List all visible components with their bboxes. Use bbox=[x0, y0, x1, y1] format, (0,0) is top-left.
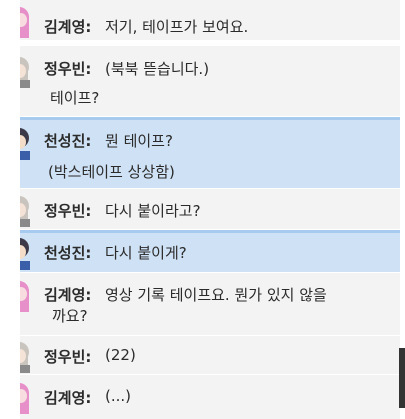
pink-hair-avatar-icon bbox=[20, 278, 36, 312]
message-text: 다시 붙이게? bbox=[105, 244, 187, 262]
message-text: (북북 뜯습니다.) bbox=[105, 60, 210, 78]
gray-hair-avatar-icon bbox=[20, 54, 36, 88]
message-text-continued: 까요? bbox=[52, 307, 88, 325]
chat-message-highlighted: 천성진: 다시 붙이게? bbox=[20, 230, 400, 272]
message-text: (22) bbox=[105, 346, 136, 364]
pink-hair-avatar-icon bbox=[20, 380, 36, 414]
speaker-name: 정우빈: bbox=[44, 348, 92, 366]
speaker-name: 김계영: bbox=[44, 389, 92, 407]
chat-message: 정우빈: (22) bbox=[20, 336, 400, 374]
speaker-name: 천성진: bbox=[44, 132, 92, 150]
message-text: (...) bbox=[105, 387, 132, 405]
gray-hair-avatar-icon bbox=[20, 339, 36, 373]
chat-message: 김계영: 영상 기록 테이프요. 뭔가 있지 않을 까요? bbox=[20, 273, 400, 335]
speaker-name: 정우빈: bbox=[44, 202, 92, 220]
speaker-name: 정우빈: bbox=[44, 60, 92, 78]
speaker-name: 천성진: bbox=[44, 244, 92, 262]
message-text: 영상 기록 테이프요. 뭔가 있지 않을 bbox=[105, 286, 327, 304]
chat-log: 김계영: 저기, 테이프가 보여요. 정우빈: (북북 뜯습니다.) 테이프? … bbox=[20, 0, 400, 419]
scrollbar-thumb[interactable] bbox=[399, 348, 405, 408]
message-text-continued: 테이프? bbox=[50, 89, 100, 107]
chat-message: 김계영: (...) bbox=[20, 375, 400, 419]
chat-message-highlighted: 천성진: 뭔 테이프? (박스테이프 상상함) bbox=[20, 117, 400, 188]
message-text: 뭔 테이프? bbox=[105, 132, 173, 150]
message-text: 저기, 테이프가 보여요. bbox=[105, 18, 249, 36]
gray-hair-avatar-icon bbox=[20, 193, 36, 227]
speaker-name: 김계영: bbox=[44, 18, 92, 36]
speaker-name: 김계영: bbox=[44, 286, 92, 304]
message-text: 다시 붙이라고? bbox=[105, 202, 201, 220]
message-text-continued: (박스테이프 상상함) bbox=[48, 163, 175, 181]
chat-message: 정우빈: 다시 붙이라고? bbox=[20, 189, 400, 229]
chat-message: 김계영: 저기, 테이프가 보여요. bbox=[20, 0, 400, 40]
chat-message: 정우빈: (북북 뜯습니다.) 테이프? bbox=[20, 46, 400, 116]
dark-hair-avatar-icon bbox=[20, 236, 36, 270]
dark-hair-avatar-icon bbox=[20, 126, 36, 160]
pink-hair-avatar-icon bbox=[20, 4, 36, 38]
